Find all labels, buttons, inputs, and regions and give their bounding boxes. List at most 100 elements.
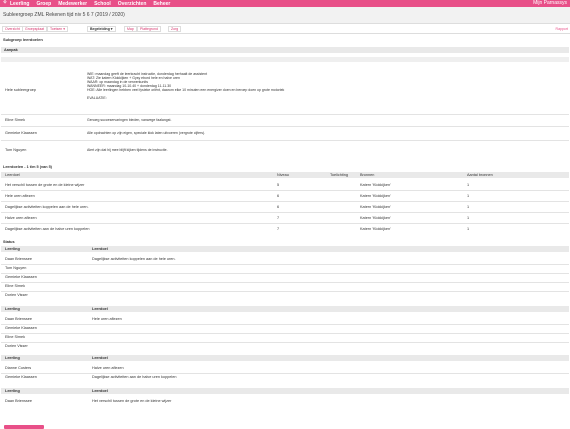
divider: [1, 190, 569, 191]
status-columns: [1, 246, 569, 252]
divider: [1, 201, 569, 202]
leerdoel-aantal: 1: [467, 216, 470, 220]
aanpak-text-line: Alert zijn dat hij mee blijft kijken tij…: [87, 148, 168, 152]
leerdoel-bron: Katern 'Klokkijken': [360, 216, 391, 220]
leerdoel-name[interactable]: Het verschil tussen de grote en de klein…: [5, 183, 84, 188]
divider: [1, 282, 569, 283]
status-student[interactable]: Tom Nguyen: [5, 266, 26, 271]
leerdoel-bron: Katern 'Klokkijken': [360, 194, 391, 198]
col-aantal-bronnen[interactable]: Aantal bronnen: [467, 173, 493, 178]
status-student[interactable]: Gemieke Klaassen: [5, 275, 37, 280]
tab-groepsplaat[interactable]: Groepsplaat: [22, 26, 48, 32]
divider: [1, 324, 569, 325]
leerdoel-niveau: 5: [277, 183, 280, 187]
leerdoel-niveau: 7: [277, 227, 280, 231]
divider: [1, 212, 569, 213]
col-niveau[interactable]: Niveau: [277, 173, 289, 178]
col-leerdoel: Leerdoel: [92, 389, 108, 393]
col-leerdoel: Leerdoel: [92, 307, 108, 311]
col-leerdoel: Leerdoel: [92, 356, 108, 360]
divider: [1, 140, 569, 141]
leerdoel-bron: Katern 'Klokkijken': [360, 183, 391, 187]
status-columns: [1, 355, 569, 361]
divider: [1, 273, 569, 274]
nav-medewerker[interactable]: Medewerker: [58, 1, 87, 7]
aanpak-label-student: Eline Simek: [5, 118, 26, 122]
tab-overzicht[interactable]: Overzicht: [2, 26, 23, 32]
tab-plattegrond[interactable]: Plattegrond: [137, 26, 161, 32]
col-leerdoel: Leerdoel: [92, 247, 108, 251]
leerdoel-niveau: 6: [277, 205, 280, 209]
col-leerling: Leerling: [5, 356, 20, 360]
leerdoel-aantal: 1: [467, 183, 470, 187]
nav-groep[interactable]: Groep: [36, 1, 51, 7]
divider: [1, 114, 569, 115]
tab-bar: Overzicht Groepsplaat Toetsen ▾ Begeleid…: [0, 24, 570, 34]
leerdoel-name[interactable]: Dagelijkse activiteiten koppelen aan de …: [5, 205, 89, 210]
divider: [1, 264, 569, 265]
divider: [1, 333, 569, 334]
aanpak-label-hele-groep: Hele subleergroep: [5, 88, 37, 92]
status-student[interactable]: Eline Simek: [5, 284, 25, 289]
status-student[interactable]: Daan Brienssee: [5, 257, 32, 262]
leerdoel-name[interactable]: Hele uren aflezen: [5, 194, 35, 199]
status-columns: [1, 306, 569, 312]
status-goal: Halve uren aflezen: [92, 366, 124, 370]
col-leerling: Leerling: [5, 307, 20, 311]
status-student[interactable]: Eline Simek: [5, 335, 25, 340]
aanpak-text-line: Genoeg succeservaringen bieden, vanwege …: [87, 118, 172, 122]
nav-school[interactable]: School: [94, 1, 111, 7]
status-student[interactable]: Daan Brienssee: [5, 399, 32, 404]
user-menu[interactable]: Mijn Parnassys: [533, 0, 567, 7]
leerdoel-bron: Katern 'Klokkijken': [360, 205, 391, 209]
tab-zorg[interactable]: Zorg: [168, 26, 182, 32]
group-title: Subleergroep ZML Rekenen tijd niv 5 6 7 …: [3, 12, 125, 18]
leerdoel-aantal: 1: [467, 205, 470, 209]
leerdoel-name[interactable]: Halve uren aflezen: [5, 216, 37, 221]
status-student[interactable]: Dorien Visser: [5, 344, 28, 349]
col-leerling: Leerling: [5, 247, 20, 251]
context-bar: Subleergroep ZML Rekenen tijd niv 5 6 7 …: [0, 7, 570, 24]
divider: [1, 126, 569, 127]
divider: [1, 291, 569, 292]
status-student[interactable]: Gemieke Klaassen: [5, 375, 37, 380]
leerdoel-name[interactable]: Dagelijkse activiteiten aan de halve ure…: [5, 227, 89, 232]
leerdoel-aantal: 1: [467, 227, 470, 231]
col-toelichting[interactable]: Toelichting: [330, 173, 348, 178]
nav-leerling[interactable]: Leerling: [10, 1, 29, 7]
aanpak-header: Aanpak: [1, 47, 569, 53]
action-button[interactable]: [4, 425, 44, 429]
aanpak-subheader: [1, 57, 569, 62]
status-student[interactable]: Daan Brienssee: [5, 317, 32, 322]
divider: [1, 342, 569, 343]
aanpak-label-student: Gemieke Klaassen: [5, 131, 37, 135]
aanpak-label-student: Tom Nguyen: [5, 148, 27, 152]
nav-overzichten[interactable]: Overzichten: [118, 1, 147, 7]
status-header: Status: [3, 240, 15, 244]
status-columns: [1, 388, 569, 394]
rapportage-link[interactable]: Rapport: [556, 27, 568, 31]
col-leerdoel[interactable]: Leerdoel: [5, 173, 20, 178]
nav-beheer[interactable]: Beheer: [153, 1, 170, 7]
tab-map[interactable]: Map: [124, 26, 137, 32]
top-navigation-bar: ⚘ Leerling Groep Medewerker School Overz…: [0, 0, 570, 7]
divider: [1, 373, 569, 374]
status-goal: Het verschil tussen de grote en de klein…: [92, 399, 172, 403]
col-bronnen[interactable]: Bronnen: [360, 173, 374, 178]
leerdoel-niveau: 6: [277, 194, 280, 198]
leerdoel-bron: Katern 'Klokkijken': [360, 227, 391, 231]
status-student[interactable]: Dorien Visser: [5, 293, 28, 298]
aanpak-text-line: Alle opdrachten op zijn eigen, speciale …: [87, 131, 206, 135]
tab-toetsen[interactable]: Toetsen ▾: [47, 26, 68, 32]
status-goal: Dagelijkse activiteiten aan de halve ure…: [92, 375, 177, 379]
status-student[interactable]: Dianne Custers: [5, 366, 31, 371]
page-title: Subgroep leerdoelen: [3, 37, 43, 42]
leerdoelen-header: Leerdoelen - 1 t/m 5 (van 5): [3, 165, 52, 169]
leerdoel-aantal: 1: [467, 194, 470, 198]
leerdoel-niveau: 7: [277, 216, 280, 220]
status-student[interactable]: Gemieke Klaassen: [5, 326, 37, 331]
col-leerling: Leerling: [5, 389, 20, 393]
aanpak-text-line: EVALUATIE:: [87, 96, 107, 100]
tab-begeleiding[interactable]: Begeleiding ▾: [87, 26, 116, 32]
aanpak-text-line: HOE: Alle leerlingen hebben veel fysieke…: [87, 88, 285, 92]
